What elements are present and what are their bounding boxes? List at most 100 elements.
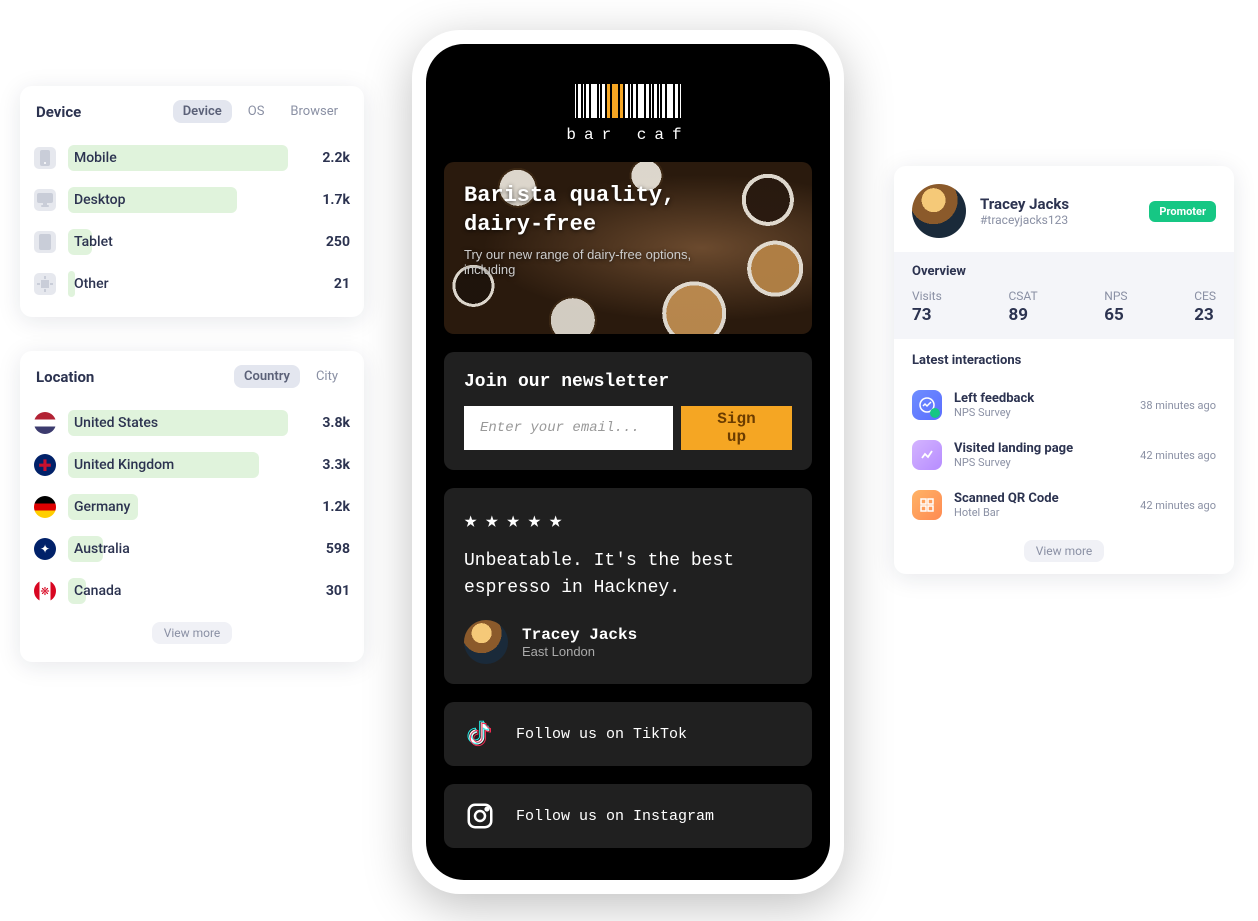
reviewer-name: Tracey Jacks <box>522 626 637 644</box>
tiktok-icon <box>464 718 496 750</box>
phone-screen: bar caf Barista quality,dairy-free Try o… <box>426 44 830 880</box>
location-tabs: Country City <box>234 365 348 388</box>
interaction-sub: Hotel Bar <box>954 506 1128 519</box>
device-row[interactable]: Mobile 2.2k <box>34 137 350 179</box>
location-row[interactable]: United Kingdom 3.3k <box>34 444 350 486</box>
device-row[interactable]: Other 21 <box>34 263 350 305</box>
device-title: Device <box>36 103 81 121</box>
device-tabs: Device OS Browser <box>173 100 348 123</box>
star-icon: ★ <box>528 508 541 534</box>
stat-value: 89 <box>1008 305 1037 325</box>
interactions-title: Latest interactions <box>912 353 1216 368</box>
interaction-row[interactable]: Visited landing page NPS Survey 42 minut… <box>912 430 1216 480</box>
stat-label: NPS <box>1104 289 1127 303</box>
interaction-title: Scanned QR Code <box>954 491 1128 506</box>
visit-icon <box>912 440 942 470</box>
star-icon: ★ <box>507 508 520 534</box>
location-view-more[interactable]: View more <box>152 622 233 644</box>
device-row-label: Tablet <box>68 234 113 250</box>
stat-visits: Visits 73 <box>912 289 942 325</box>
social-instagram-label: Follow us on Instagram <box>516 808 714 825</box>
email-input[interactable] <box>464 406 673 450</box>
location-row[interactable]: Germany 1.2k <box>34 486 350 528</box>
tab-os[interactable]: OS <box>238 100 275 123</box>
brand-logo: bar caf <box>444 84 812 144</box>
profile-card: Tracey Jacks #traceyjacks123 Promoter Ov… <box>894 166 1234 574</box>
location-row[interactable]: United States 3.8k <box>34 402 350 444</box>
reviewer-location: East London <box>522 644 637 659</box>
phone-frame: bar caf Barista quality,dairy-free Try o… <box>412 30 844 894</box>
hero-title: Barista quality,dairy-free <box>464 182 792 239</box>
review-quote: Unbeatable. It's the best espresso in Ha… <box>464 548 792 602</box>
device-row[interactable]: Tablet 250 <box>34 221 350 263</box>
social-tiktok[interactable]: Follow us on TikTok <box>444 702 812 766</box>
profile-name: Tracey Jacks <box>980 195 1069 213</box>
flag-de-icon <box>34 496 56 518</box>
stat-ces: CES 23 <box>1194 289 1216 325</box>
stat-value: 73 <box>912 305 942 325</box>
other-icon <box>34 273 56 295</box>
interaction-sub: NPS Survey <box>954 456 1128 469</box>
device-row-label: Other <box>68 276 109 292</box>
location-row-label: Australia <box>68 541 130 557</box>
device-row[interactable]: Desktop 1.7k <box>34 179 350 221</box>
flag-au-icon <box>34 538 56 560</box>
phone-mockup: bar caf Barista quality,dairy-free Try o… <box>412 30 844 894</box>
device-header: Device Device OS Browser <box>20 86 364 133</box>
interaction-title: Left feedback <box>954 391 1128 406</box>
device-row-label: Desktop <box>68 192 125 208</box>
location-row-value: 3.3k <box>300 457 350 473</box>
profile-view-more[interactable]: View more <box>1024 540 1105 562</box>
interaction-time: 42 minutes ago <box>1140 499 1216 512</box>
profile-avatar[interactable] <box>912 184 966 238</box>
interaction-row[interactable]: Left feedback NPS Survey 38 minutes ago <box>912 380 1216 430</box>
location-row-value: 1.2k <box>300 499 350 515</box>
interaction-time: 42 minutes ago <box>1140 449 1216 462</box>
stat-label: CES <box>1194 289 1216 303</box>
social-instagram[interactable]: Follow us on Instagram <box>444 784 812 848</box>
overview-section: Overview Visits 73 CSAT 89 NPS 65 CES 23 <box>894 252 1234 339</box>
reviewer-avatar <box>464 620 508 664</box>
tab-city[interactable]: City <box>306 365 348 388</box>
device-row-label: Mobile <box>68 150 117 166</box>
profile-header: Tracey Jacks #traceyjacks123 Promoter <box>894 166 1234 252</box>
location-title: Location <box>36 368 94 386</box>
brand-name: bar caf <box>444 126 812 144</box>
location-row-value: 3.8k <box>300 415 350 431</box>
mobile-icon <box>34 147 56 169</box>
signup-button[interactable]: Sign up <box>681 406 792 450</box>
barcode-icon <box>444 84 812 118</box>
social-tiktok-label: Follow us on TikTok <box>516 726 687 743</box>
feedback-icon <box>912 390 942 420</box>
flag-us-icon <box>34 412 56 434</box>
tab-country[interactable]: Country <box>234 365 300 388</box>
tablet-icon <box>34 231 56 253</box>
stat-value: 65 <box>1104 305 1127 325</box>
interaction-time: 38 minutes ago <box>1140 399 1216 412</box>
hero-banner[interactable]: Barista quality,dairy-free Try our new r… <box>444 162 812 334</box>
location-card: Location Country City United States 3.8k… <box>20 351 364 662</box>
tab-device[interactable]: Device <box>173 100 232 123</box>
promoter-badge: Promoter <box>1149 201 1216 222</box>
location-row-label: Germany <box>68 499 130 515</box>
location-row-label: Canada <box>68 583 121 599</box>
stat-value: 23 <box>1194 305 1216 325</box>
device-row-value: 250 <box>300 234 350 250</box>
hero-subtitle: Try our new range of dairy-free options,… <box>464 247 724 277</box>
stat-label: CSAT <box>1008 289 1037 303</box>
location-header: Location Country City <box>20 351 364 398</box>
tab-browser[interactable]: Browser <box>280 100 348 123</box>
flag-ca-icon <box>34 580 56 602</box>
star-icon: ★ <box>549 508 562 534</box>
location-row[interactable]: Australia 598 <box>34 528 350 570</box>
profile-handle: #traceyjacks123 <box>980 213 1069 227</box>
reviewer: Tracey Jacks East London <box>464 620 792 664</box>
location-row[interactable]: Canada 301 <box>34 570 350 612</box>
device-row-value: 1.7k <box>300 192 350 208</box>
newsletter-block: Join our newsletter Sign up <box>444 352 812 470</box>
interaction-row[interactable]: Scanned QR Code Hotel Bar 42 minutes ago <box>912 480 1216 530</box>
device-card: Device Device OS Browser Mobile 2.2k Des… <box>20 86 364 317</box>
newsletter-title: Join our newsletter <box>464 372 792 392</box>
interactions-section: Latest interactions Left feedback NPS Su… <box>894 339 1234 574</box>
location-row-value: 598 <box>300 541 350 557</box>
